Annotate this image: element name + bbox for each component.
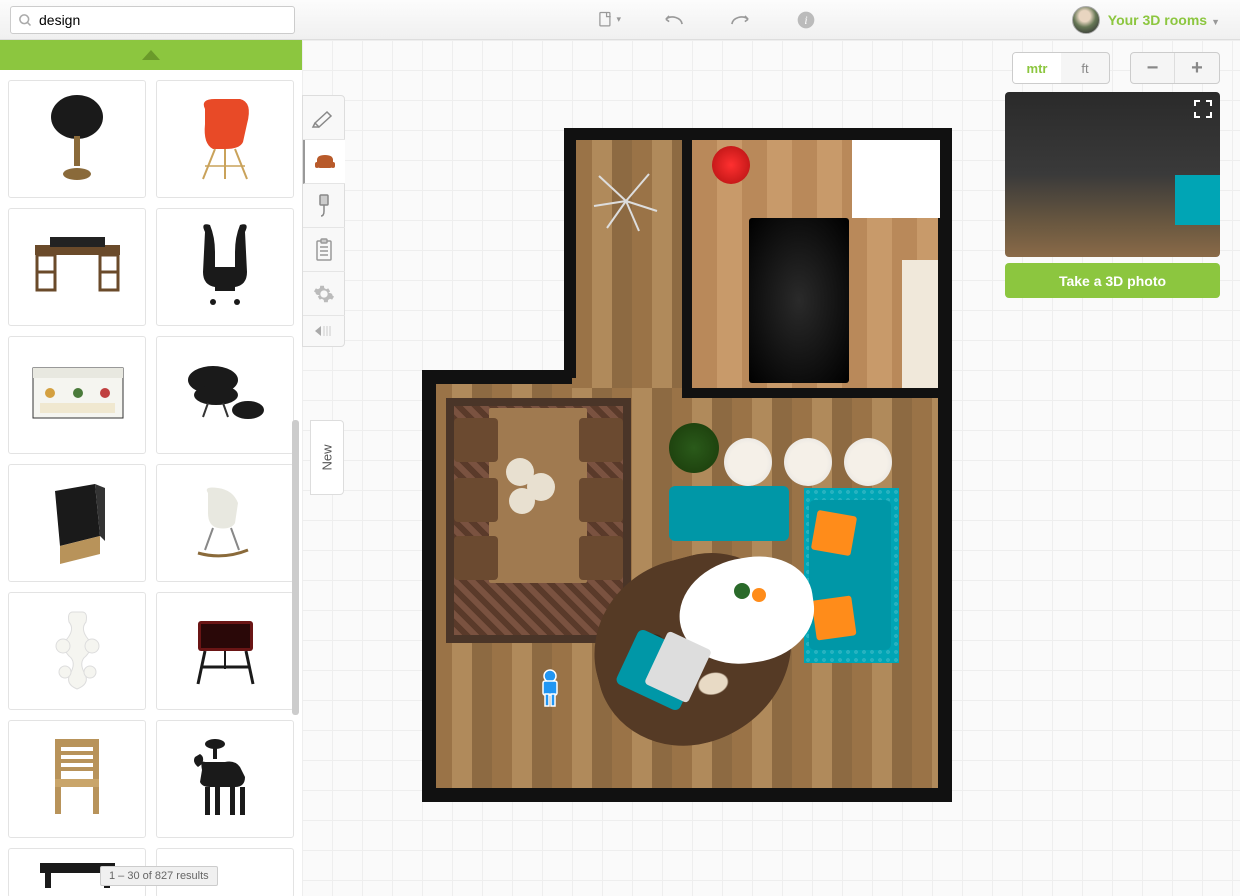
- wall: [422, 370, 436, 800]
- units-toggle: mtr ft: [1012, 52, 1110, 84]
- red-stool[interactable]: [712, 146, 750, 184]
- furniture-tool-btn[interactable]: [303, 140, 345, 184]
- floorplan: [414, 128, 949, 808]
- catalog-item-vase[interactable]: [8, 592, 146, 710]
- wall: [682, 128, 692, 396]
- catalog-item-tray-table[interactable]: [156, 592, 294, 710]
- svg-text:i: i: [804, 14, 807, 27]
- search-icon: [18, 13, 33, 28]
- zoom-controls: − +: [1130, 52, 1220, 84]
- catalog-item-horse-lamp[interactable]: [156, 720, 294, 838]
- undo-icon[interactable]: [661, 9, 687, 31]
- dining-chair[interactable]: [579, 418, 623, 462]
- user-menu-label: Your 3D rooms▼: [1108, 12, 1220, 28]
- document-dropdown-icon[interactable]: ▾: [595, 9, 621, 31]
- paint-tool-btn[interactable]: [303, 184, 345, 228]
- catalog-item-cabinet[interactable]: [8, 464, 146, 582]
- expand-icon[interactable]: [1192, 98, 1214, 120]
- pillow[interactable]: [811, 595, 856, 640]
- kitchen-island[interactable]: [749, 218, 849, 383]
- catalog-item-armchair-wood[interactable]: [8, 720, 146, 838]
- catalog-item-writing-desk[interactable]: [8, 208, 146, 326]
- person-marker[interactable]: [534, 668, 566, 708]
- new-tab[interactable]: New: [310, 420, 344, 495]
- plant[interactable]: [669, 423, 719, 473]
- decor[interactable]: [752, 588, 766, 602]
- search-container: [10, 6, 295, 34]
- left-toolstrip: [302, 95, 345, 347]
- user-menu[interactable]: Your 3D rooms▼: [1072, 6, 1220, 34]
- redo-icon[interactable]: [727, 9, 753, 31]
- wall: [564, 128, 576, 378]
- chevron-up-icon: [142, 50, 160, 60]
- chandelier[interactable]: [589, 166, 664, 236]
- catalog-item-painted-chest[interactable]: [8, 336, 146, 454]
- avatar: [1072, 6, 1100, 34]
- wall: [938, 128, 952, 802]
- sofa-back[interactable]: [669, 486, 789, 541]
- wall: [422, 370, 572, 384]
- catalog-scrollbar[interactable]: [292, 420, 299, 715]
- wall: [564, 128, 952, 140]
- wall: [422, 788, 950, 802]
- unit-metric-btn[interactable]: mtr: [1013, 53, 1061, 83]
- results-tooltip: 1 – 30 of 827 results: [100, 866, 218, 886]
- preview-3d[interactable]: [1005, 92, 1220, 257]
- dining-chair[interactable]: [454, 536, 498, 580]
- toolstrip-collapse[interactable]: [303, 316, 344, 346]
- zoom-out-btn[interactable]: −: [1131, 53, 1175, 83]
- unit-imperial-btn[interactable]: ft: [1061, 53, 1109, 83]
- search-input[interactable]: [10, 6, 295, 34]
- pouf[interactable]: [784, 438, 832, 486]
- pouf[interactable]: [844, 438, 892, 486]
- plate[interactable]: [509, 488, 535, 514]
- settings-tool-btn[interactable]: [303, 272, 345, 316]
- catalog-item-wingback-chair[interactable]: [156, 208, 294, 326]
- catalog-item-eames-chair[interactable]: [156, 80, 294, 198]
- clipboard-tool-btn[interactable]: [303, 228, 345, 272]
- dining-chair[interactable]: [579, 536, 623, 580]
- dining-chair[interactable]: [454, 418, 498, 462]
- top-icon-group: ▾ i: [595, 9, 819, 31]
- catalog-panel: [0, 70, 302, 896]
- catalog-item-lounge-ottoman[interactable]: [156, 336, 294, 454]
- zoom-in-btn[interactable]: +: [1175, 53, 1219, 83]
- kitchen-cabinet[interactable]: [902, 260, 938, 388]
- info-icon[interactable]: i: [793, 9, 819, 31]
- wall: [682, 388, 950, 398]
- top-toolbar: ▾ i Your 3D rooms▼: [0, 0, 1240, 40]
- catalog-item-rocking-chair[interactable]: [156, 464, 294, 582]
- kitchen-counter[interactable]: [852, 140, 940, 218]
- decor[interactable]: [734, 583, 750, 599]
- dining-chair[interactable]: [454, 478, 498, 522]
- pillow[interactable]: [811, 510, 857, 556]
- pouf[interactable]: [724, 438, 772, 486]
- take-3d-photo-button[interactable]: Take a 3D photo: [1005, 263, 1220, 298]
- catalog-item-table-lamp[interactable]: [8, 80, 146, 198]
- panel-collapse-bar[interactable]: [0, 40, 302, 70]
- draw-tool-btn[interactable]: [303, 96, 345, 140]
- dining-chair[interactable]: [579, 478, 623, 522]
